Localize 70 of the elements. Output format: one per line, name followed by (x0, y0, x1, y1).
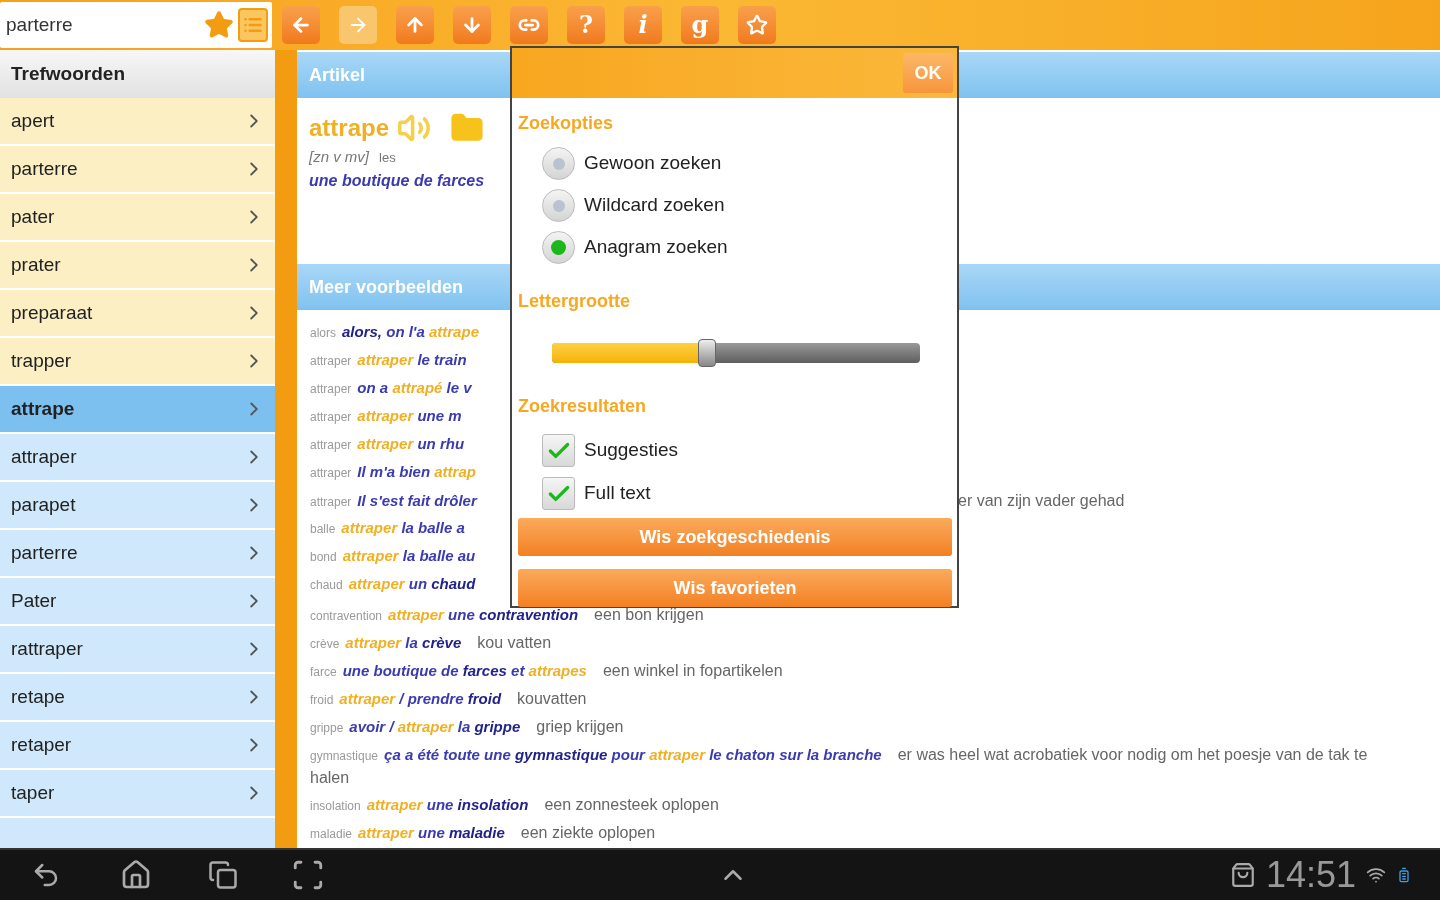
checkbox[interactable] (542, 434, 575, 467)
example-phrase: alors, on l'a attrape (342, 322, 479, 342)
radio-button[interactable] (542, 231, 575, 264)
article-headword: attrape (309, 113, 390, 143)
example-entry: insolation attraper une insolation een zonnesteek oplopen (310, 794, 720, 815)
section-title: Lettergrootte (518, 290, 631, 313)
sidebar-item[interactable]: prater (0, 242, 275, 290)
headword-label: alors (310, 325, 336, 342)
section-title: Zoekresultaten (518, 395, 648, 418)
example-phrase: Il m'a bien attrap (357, 462, 476, 482)
example-phrase: attraper un rhu (357, 434, 465, 454)
example-entry: froid attraper / prendre froid kouvatten (310, 688, 588, 709)
headword-label: chaud (310, 577, 343, 594)
headword-label: attraper (310, 437, 352, 454)
example-phrase: attraper le train (357, 350, 467, 370)
sidebar-item[interactable]: pater (0, 194, 275, 242)
sidebar-item[interactable]: preparaat (0, 290, 275, 338)
radio-option[interactable]: Wildcard zoeken (542, 189, 952, 222)
toolbar-button[interactable] (282, 6, 320, 44)
example-phrase: on a attrapé le v (357, 378, 472, 398)
search-input[interactable]: parterre (6, 10, 204, 40)
example-phrase: Il s'est fait drôler (357, 491, 477, 511)
toolbar-button[interactable] (396, 6, 434, 44)
clock-time: 14:51 (1265, 853, 1356, 897)
article-word: les (379, 149, 396, 167)
sidebar-item[interactable]: apert (0, 98, 275, 146)
example-entry: farce une boutique de farces et attrapes een winkel in fopartikelen (310, 660, 784, 681)
translation-text: er van zijn vader gehad (958, 491, 1125, 511)
font-size-slider[interactable] (552, 339, 920, 367)
example-phrase: attraper une m (357, 406, 462, 426)
star-icon (746, 14, 768, 36)
checkbox[interactable] (542, 477, 575, 510)
slider-thumb[interactable] (697, 339, 716, 367)
headword-label: attraper (310, 409, 352, 426)
example-entry: maladie attraper une maladie een ziekte oplopen (310, 822, 657, 843)
headword-label: attraper (310, 494, 352, 511)
example-phrase: attraper la balle au (342, 546, 476, 566)
example-phrase: attraper la balle a (341, 518, 465, 538)
list-button[interactable] (238, 8, 268, 42)
sidebar-header: Trefwoorden (0, 50, 275, 98)
bag-icon (1229, 862, 1256, 888)
radio-button[interactable] (542, 189, 575, 222)
headword-label: attraper (310, 381, 352, 398)
grammar-label: [zn v mv] (309, 147, 369, 167)
radio-option[interactable]: Anagram zoeken (542, 231, 952, 264)
toolbar-button[interactable] (453, 6, 491, 44)
wifi-icon (1366, 865, 1386, 885)
section-title: Zoekopties (518, 112, 615, 135)
example-entry: crève attraper la crève kou vatten (310, 632, 553, 653)
favorite-star-icon[interactable] (204, 10, 234, 40)
list-icon (243, 15, 263, 35)
example-entry: contravention attraper une contravention een bon krijgen (310, 604, 705, 625)
headword-label: attraper (310, 465, 352, 482)
back-arrow-icon (290, 14, 312, 36)
sidebar-item[interactable]: trapper (0, 338, 275, 386)
toolbar-button[interactable] (510, 6, 548, 44)
toolbar-button[interactable] (738, 6, 776, 44)
headword-label: attraper (310, 353, 352, 370)
radio-button[interactable] (542, 147, 575, 180)
example-entry: grippe avoir / attraper la grippe griep krijgen (310, 716, 625, 737)
sidebar-item[interactable]: parterre (0, 146, 275, 194)
radio-option[interactable]: Gewoon zoeken (542, 147, 952, 180)
checkbox-option[interactable]: Full text (542, 477, 952, 510)
article-example: une boutique de farces (309, 170, 485, 191)
headword-label: balle (310, 521, 336, 538)
sidebar-item[interactable]: attrape (0, 386, 275, 434)
headword-label: bond (310, 549, 337, 566)
checkbox-option[interactable]: Suggesties (542, 434, 952, 467)
example-phrase: attraper un chaud (348, 574, 476, 594)
search-field[interactable]: parterre (0, 2, 272, 48)
